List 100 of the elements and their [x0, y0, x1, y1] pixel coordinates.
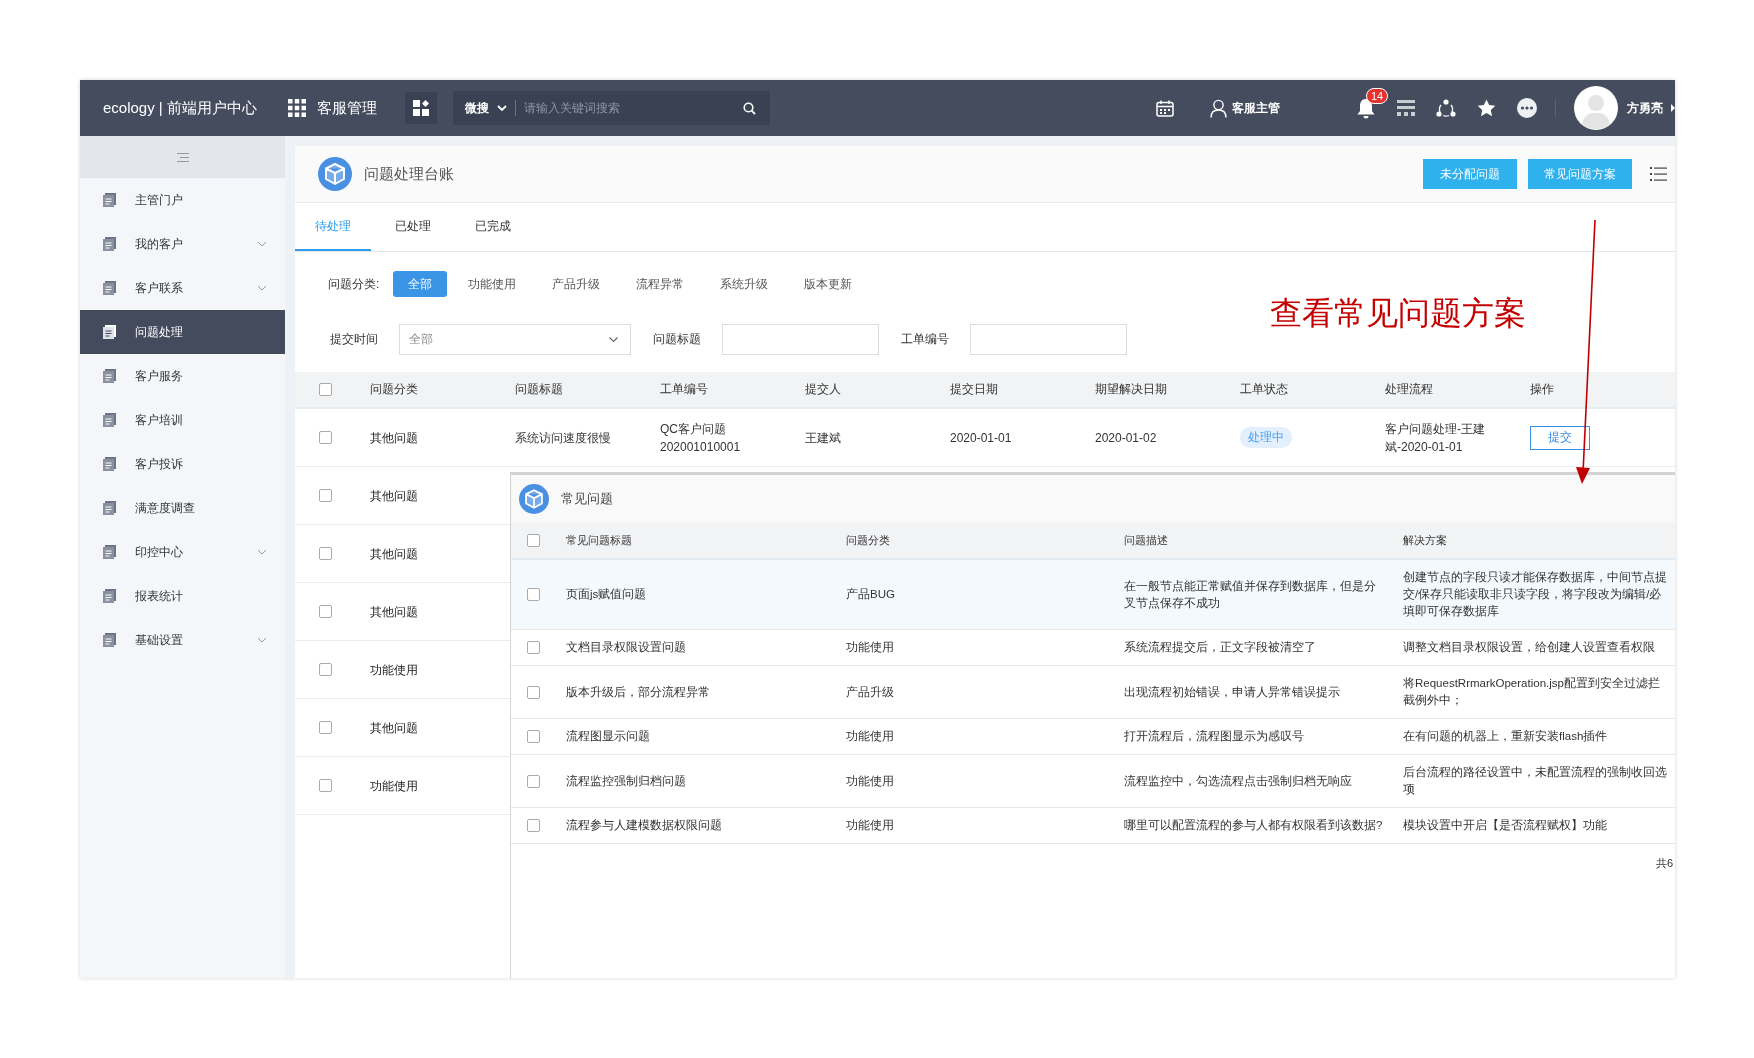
chevron-down-icon[interactable]	[257, 285, 267, 291]
table-cell-text: 其他问题	[369, 487, 419, 505]
table-cell-text: 创建节点的字段只读才能保存数据库，中间节点提交/保存只能读取非只读字段，将字段改为编辑/必填即可保存数据库	[1402, 570, 1668, 620]
table-cell-text: 功能使用	[369, 661, 419, 679]
checkbox[interactable]	[527, 774, 540, 788]
total-count: 共6	[1655, 856, 1673, 872]
checkbox[interactable]	[527, 533, 540, 547]
sidebar-item[interactable]: 问题处理	[80, 310, 285, 354]
search-scope-dropdown[interactable]: 微搜	[452, 91, 515, 125]
table-cell-text: 打开流程后，流程图显示为感叹号	[1123, 729, 1305, 745]
checkbox[interactable]	[527, 819, 540, 833]
table-cell-text: 其他问题	[369, 719, 419, 737]
star-icon[interactable]	[1477, 99, 1496, 117]
apps-grid-icon[interactable]	[287, 99, 306, 117]
sidebar-item[interactable]: 我的客户	[80, 222, 285, 266]
table-cell-text: 调整文档目录权限设置，给创建人设置查看权限	[1402, 640, 1656, 656]
submit-button[interactable]: 提交	[1530, 425, 1590, 450]
sidebar-item[interactable]: 客户联系	[80, 266, 285, 310]
status-badge: 处理中	[1240, 427, 1292, 448]
column-header: 期望解决日期	[1094, 381, 1168, 398]
cube-icon	[519, 483, 549, 514]
table-cell-text: 产品升级	[845, 684, 895, 700]
chevron-down-icon[interactable]	[609, 337, 618, 342]
document-icon	[103, 501, 116, 515]
table-cell-text: 2020-01-02	[1094, 429, 1158, 447]
layout-icon[interactable]	[1397, 100, 1415, 116]
sidebar-item[interactable]: 报表统计	[80, 574, 285, 618]
select-field[interactable]: 全部	[399, 324, 631, 355]
column-header: 工单状态	[1239, 381, 1289, 398]
sidebar-item[interactable]: 基础设置	[80, 618, 285, 662]
table-cell-text: 流程监控中，勾选流程点击强制归档无响应	[1123, 773, 1353, 789]
checkbox[interactable]	[318, 547, 332, 560]
list-icon[interactable]	[1650, 167, 1667, 181]
table-cell-text: 王建斌	[804, 429, 842, 447]
checkbox[interactable]	[318, 663, 332, 676]
sidebar-item[interactable]: 印控中心	[80, 530, 285, 574]
field-label: 提交时间	[330, 331, 378, 348]
checkbox[interactable]	[527, 588, 540, 601]
category-filter[interactable]: 功能使用	[453, 271, 532, 297]
filter-label: 问题分类:	[328, 275, 380, 293]
column-header: 提交日期	[949, 381, 999, 398]
document-icon	[103, 633, 116, 647]
chevron-down-icon[interactable]	[257, 549, 267, 555]
user-icon[interactable]	[1210, 98, 1227, 118]
sidebar-item[interactable]: 客户服务	[80, 354, 285, 398]
category-filter[interactable]: 版本更新	[789, 271, 868, 297]
checkbox[interactable]	[318, 383, 332, 396]
app-switcher-button[interactable]	[404, 92, 437, 124]
sidebar-item[interactable]: 客户投诉	[80, 442, 285, 486]
column-header: 问题标题	[514, 381, 564, 398]
column-header: 工单编号	[659, 381, 709, 398]
more-icon[interactable]	[1517, 98, 1537, 118]
table-cell-text: 功能使用	[845, 729, 895, 745]
checkbox[interactable]	[318, 779, 332, 792]
search-field[interactable]: 请输入关键词搜索	[515, 91, 770, 125]
checkbox[interactable]	[318, 605, 332, 618]
caret-icon[interactable]	[1671, 104, 1675, 112]
user-avatar[interactable]	[1574, 86, 1618, 130]
module-title[interactable]: 客服管理	[316, 98, 377, 118]
input-field[interactable]	[970, 324, 1127, 355]
table-cell-text: 客户问题处理-王建斌-2020-01-01	[1384, 420, 1486, 456]
highlighted-row[interactable]: 页面js赋值问题 产品BUG 在一般节点能正常赋值并保存到数据库，但是分叉节点保存不成功 创建节点的字段只读才能保存数据库，中间节点提交/保存只能读取非只读字段，将字段改为编辑/必填即可保存数据库	[511, 560, 1675, 631]
calendar-icon[interactable]	[1156, 99, 1174, 117]
chevron-down-icon[interactable]	[257, 637, 267, 643]
checkbox[interactable]	[318, 489, 332, 502]
category-filter[interactable]: 系统升级	[705, 271, 784, 297]
table-cell-text: 系统流程提交后，正文字段被清空了	[1123, 640, 1317, 656]
chevron-down-icon[interactable]	[257, 241, 267, 247]
role-label[interactable]: 客服主管	[1232, 99, 1280, 117]
share-icon[interactable]	[1436, 98, 1456, 118]
table-cell-text: 系统访问速度很慢	[514, 429, 612, 447]
table-cell-text: 其他问题	[369, 429, 419, 447]
category-filter[interactable]: 产品升级	[537, 271, 616, 297]
input-field[interactable]	[722, 324, 879, 355]
search-icon[interactable]	[742, 102, 756, 115]
checkbox[interactable]	[318, 721, 332, 734]
tab[interactable]: 已处理	[375, 203, 451, 251]
checkbox[interactable]	[527, 641, 540, 655]
menu-icon[interactable]	[176, 152, 189, 162]
cube-icon	[318, 157, 352, 191]
table-cell-text: 后台流程的路径设置中，未配置流程的强制收回选项	[1402, 765, 1668, 798]
chevron-down-icon	[496, 105, 507, 111]
document-icon	[103, 457, 116, 471]
table-cell-text: 功能使用	[845, 818, 895, 834]
table-cell-text: 2020-01-01	[949, 429, 1013, 447]
category-filter[interactable]: 流程异常	[621, 271, 700, 297]
checkbox[interactable]	[527, 730, 540, 744]
table-cell-text: QC客户问题202001010001	[659, 420, 742, 456]
checkbox[interactable]	[318, 431, 332, 444]
sidebar-item[interactable]: 客户培训	[80, 398, 285, 442]
tab[interactable]: 已完成	[455, 203, 531, 251]
table-cell-text: 功能使用	[369, 777, 419, 795]
field-label: 工单编号	[901, 331, 949, 348]
user-name[interactable]: 方勇亮	[1627, 99, 1663, 117]
checkbox[interactable]	[527, 685, 540, 699]
annotation-text: 查看常见问题方案	[1270, 294, 1526, 333]
document-icon	[103, 325, 116, 339]
sidebar-item[interactable]: 主管门户	[80, 178, 285, 222]
sidebar-item[interactable]: 满意度调查	[80, 486, 285, 530]
table-cell-text: 在一般节点能正常赋值并保存到数据库，但是分叉节点保存不成功	[1123, 578, 1377, 611]
